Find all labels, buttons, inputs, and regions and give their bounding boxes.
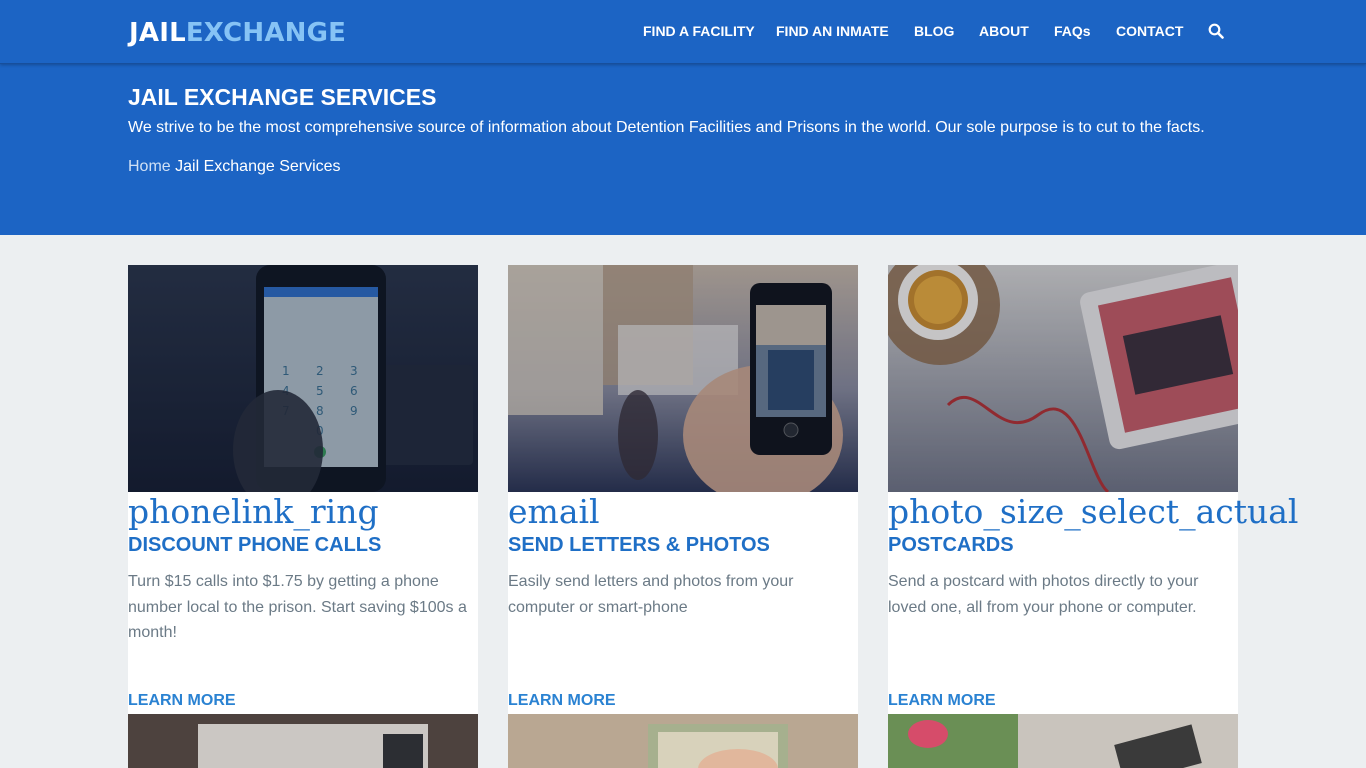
breadcrumb: Home Jail Exchange Services [128,156,341,178]
card-heading: SEND LETTERS & PHOTOS [508,534,770,556]
nav-faqs[interactable]: FAQs [1054,22,1091,40]
card-description: Send a postcard with photos directly to … [888,573,1199,616]
nav-about[interactable]: ABOUT [979,22,1029,40]
logo-text-exchange: EXCHANGE [185,18,347,48]
page-title: JAIL EXCHANGE SERVICES [128,84,437,110]
card-description: Easily send letters and photos from your… [508,573,794,616]
learn-more-link[interactable]: LEARN MORE [128,691,236,711]
tea-tablet-photo[interactable] [888,265,1238,492]
book-photo[interactable] [128,714,478,768]
flowers-photo[interactable] [888,714,1238,768]
breadcrumb-home-link[interactable]: Home [128,158,171,175]
phonelink-ring-icon: phonelink_ring [128,492,379,531]
nav-contact[interactable]: CONTACT [1116,22,1183,40]
card-description: Turn $15 calls into $1.75 by getting a p… [128,573,467,641]
top-navbar: JAILEXCHANGE FIND A FACILITY FIND AN INM… [0,0,1366,64]
learn-more-link[interactable]: LEARN MORE [508,691,616,711]
learn-more-link[interactable]: LEARN MORE [888,691,996,711]
card-heading: DISCOUNT PHONE CALLS [128,534,382,556]
breadcrumb-current: Jail Exchange Services [175,158,341,175]
money-photo[interactable] [508,714,858,768]
site-logo[interactable]: JAILEXCHANGE [129,17,346,49]
nav-blog[interactable]: BLOG [914,22,954,40]
nav-find-inmate[interactable]: FIND AN INMATE [776,22,889,40]
logo-text-jail: JAIL [129,18,186,48]
nav-find-facility[interactable]: FIND A FACILITY [643,22,755,40]
phone-dialer-photo[interactable]: 123 456 789 0 [128,265,478,492]
service-card-phone-calls: 123 456 789 0 phonelink_ring DISCOUNT PH… [128,265,478,714]
search-icon[interactable] [1208,23,1224,39]
service-card-postcards: photo_size_select_actual POSTCARDS Send … [888,265,1298,714]
email-icon: email [508,492,600,531]
hero-banner: JAIL EXCHANGE SERVICES We strive to be t… [0,64,1366,235]
street-phone-photo[interactable] [508,265,858,492]
service-card-letters-photos: email SEND LETTERS & PHOTOS Easily send … [508,265,858,714]
photo-size-select-actual-icon: photo_size_select_actual [888,492,1299,531]
card-heading: POSTCARDS [888,534,1014,556]
page-description: We strive to be the most comprehensive s… [128,119,1205,136]
